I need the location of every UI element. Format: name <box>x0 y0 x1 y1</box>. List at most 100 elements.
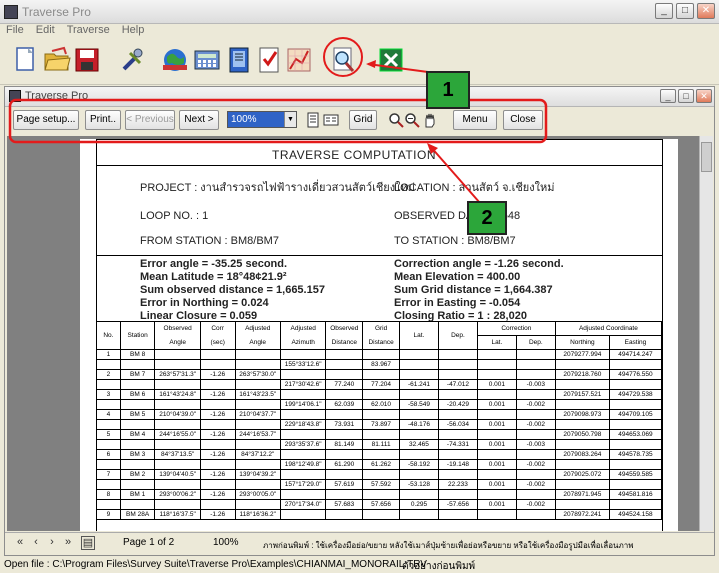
next-page-button[interactable]: Next > <box>179 110 219 130</box>
cell-dep: -19.148 <box>437 459 478 470</box>
menu-traverse[interactable]: Traverse <box>67 24 110 39</box>
cell-corr-dep: -0.002 <box>515 479 556 490</box>
preview-toolbar: Page setup... Print.. < Previous Next > … <box>5 108 714 136</box>
cell-empty <box>608 479 663 490</box>
table-row: 8 BM 1 293°00'06.2" -1.26 293°00'05.0" 207897… <box>96 489 663 500</box>
cell-adjusted-angle <box>234 349 281 360</box>
cell-no: 1 <box>96 349 121 360</box>
traverse-diagram-icon[interactable] <box>284 45 314 75</box>
first-page-icon[interactable]: « <box>13 536 27 550</box>
table-row: 155°33'12.6" 83.967 <box>96 359 663 370</box>
col-adjusted-azimuth-l2: Azimuth <box>291 339 315 346</box>
traverse-table: No. Station Observed Angle Corr (sec) Adju… <box>96 321 663 520</box>
prev-page-icon[interactable]: ‹ <box>29 536 43 550</box>
cell-empty <box>325 389 364 400</box>
to-station-text: TO STATION : BM8/BM7 <box>394 235 516 247</box>
world-map-icon[interactable] <box>160 45 190 75</box>
cell-adjusted-angle: 244°16'53.7" <box>234 429 281 440</box>
minimize-button[interactable]: _ <box>655 3 673 19</box>
open-folder-icon[interactable] <box>42 45 72 75</box>
chevron-down-icon[interactable]: ▼ <box>284 112 296 127</box>
col-correction: Correction <box>476 321 556 336</box>
cell-adjusted-angle: 210°04'37.7" <box>234 409 281 420</box>
table-row: 229°18'43.8" 73.931 73.897 -48.176 -56.034 0.… <box>96 419 663 430</box>
divider <box>96 255 662 256</box>
close-button[interactable]: Close <box>503 110 543 130</box>
table-row: 2 BM 7 263°57'31.3" -1.26 263°57'30.0" 207921… <box>96 369 663 380</box>
cell-azimuth: 198°12'49.8" <box>279 459 327 470</box>
cell-empty <box>279 389 327 400</box>
grid-button[interactable]: Grid <box>349 110 377 130</box>
cell-observed-distance: 57.683 <box>325 499 364 510</box>
cell-observed-angle: 263°57'31.3" <box>154 369 201 380</box>
maximize-button[interactable]: □ <box>676 3 694 19</box>
col-adjusted-angle: Adjusted Angle <box>234 321 281 350</box>
cell-corr-lat <box>476 359 517 370</box>
tools-icon[interactable] <box>118 45 148 75</box>
cell-empty <box>234 419 281 430</box>
cell-empty <box>554 419 610 430</box>
excel-icon[interactable] <box>376 45 406 75</box>
page-setup-button[interactable]: Page setup... <box>13 110 79 130</box>
hand-pan-icon[interactable] <box>422 112 438 128</box>
cell-corr: -1.26 <box>199 429 236 440</box>
col-adjusted-azimuth: Adjusted Azimuth <box>279 321 327 350</box>
checklist-icon[interactable] <box>254 45 284 75</box>
child-minimize-button[interactable]: _ <box>660 89 676 103</box>
child-close-button[interactable]: ✕ <box>696 89 712 103</box>
single-page-icon[interactable] <box>305 112 321 128</box>
col-adjusted-angle-l1: Adjusted <box>245 325 271 332</box>
previous-page-button[interactable]: < Previous <box>125 110 175 130</box>
divider <box>96 165 662 166</box>
phone-book-icon[interactable] <box>224 45 254 75</box>
next-page-icon[interactable]: › <box>45 536 59 550</box>
cell-empty <box>554 439 610 450</box>
scrollbar-thumb[interactable] <box>701 142 712 172</box>
zoom-out-icon[interactable] <box>404 112 420 128</box>
preview-area[interactable]: TRAVERSE COMPUTATION PROJECT : งานสำรวจร… <box>7 136 713 531</box>
menu-file[interactable]: File <box>6 24 24 39</box>
two-page-icon[interactable] <box>323 112 339 128</box>
preview-navbar: « ‹ › » ▤ Page 1 of 2 100% ภาพก่อนพิมพ์ … <box>5 532 714 554</box>
last-page-icon[interactable]: » <box>61 536 75 550</box>
cell-empty <box>437 469 478 480</box>
menu-help[interactable]: Help <box>122 24 145 39</box>
cell-empty <box>554 399 610 410</box>
cell-easting: 494653.069 <box>608 429 663 440</box>
cell-easting: 494714.247 <box>608 349 663 360</box>
calculator-icon[interactable] <box>192 45 222 75</box>
cell-empty <box>608 359 663 370</box>
print-icon[interactable]: ▤ <box>81 536 95 550</box>
cell-adjusted-angle: 263°57'30.0" <box>234 369 281 380</box>
cell-adjusted-angle: 293°00'05.0" <box>234 489 281 500</box>
close-window-button[interactable]: ✕ <box>697 3 715 19</box>
cell-grid-distance: 77.204 <box>362 379 400 390</box>
cell-corr-dep: -0.003 <box>515 379 556 390</box>
child-restore-button[interactable]: □ <box>678 89 694 103</box>
cell-empty <box>437 389 478 400</box>
cell-empty <box>362 429 400 440</box>
cell-empty <box>554 499 610 510</box>
cell-station: BM 7 <box>119 369 156 380</box>
cell-empty <box>199 379 236 390</box>
cell-station: BM 4 <box>119 429 156 440</box>
cell-empty <box>608 439 663 450</box>
cell-empty <box>554 479 610 490</box>
print-button[interactable]: Print.. <box>85 110 121 130</box>
new-file-icon[interactable] <box>10 45 40 75</box>
cell-no: 4 <box>96 409 121 420</box>
print-preview-icon[interactable] <box>328 45 358 75</box>
menu-button[interactable]: Menu <box>453 110 497 130</box>
zoom-in-icon[interactable] <box>388 112 404 128</box>
cell-empty <box>154 459 201 470</box>
summary-left-3: Sum observed distance = 1,665.157 <box>140 284 325 296</box>
zoom-indicator: 100% <box>213 537 239 548</box>
preview-hint: ภาพก่อนพิมพ์ : ใช้เครื่องมือย่อ/ขยาย หลั… <box>263 541 634 550</box>
cell-corr: -1.26 <box>199 489 236 500</box>
cell-empty <box>96 399 121 410</box>
zoom-select[interactable]: 100% ▼ <box>227 111 297 128</box>
cell-empty <box>96 479 121 490</box>
vertical-scrollbar[interactable] <box>699 136 713 531</box>
menu-edit[interactable]: Edit <box>36 24 55 39</box>
save-icon[interactable] <box>72 45 102 75</box>
